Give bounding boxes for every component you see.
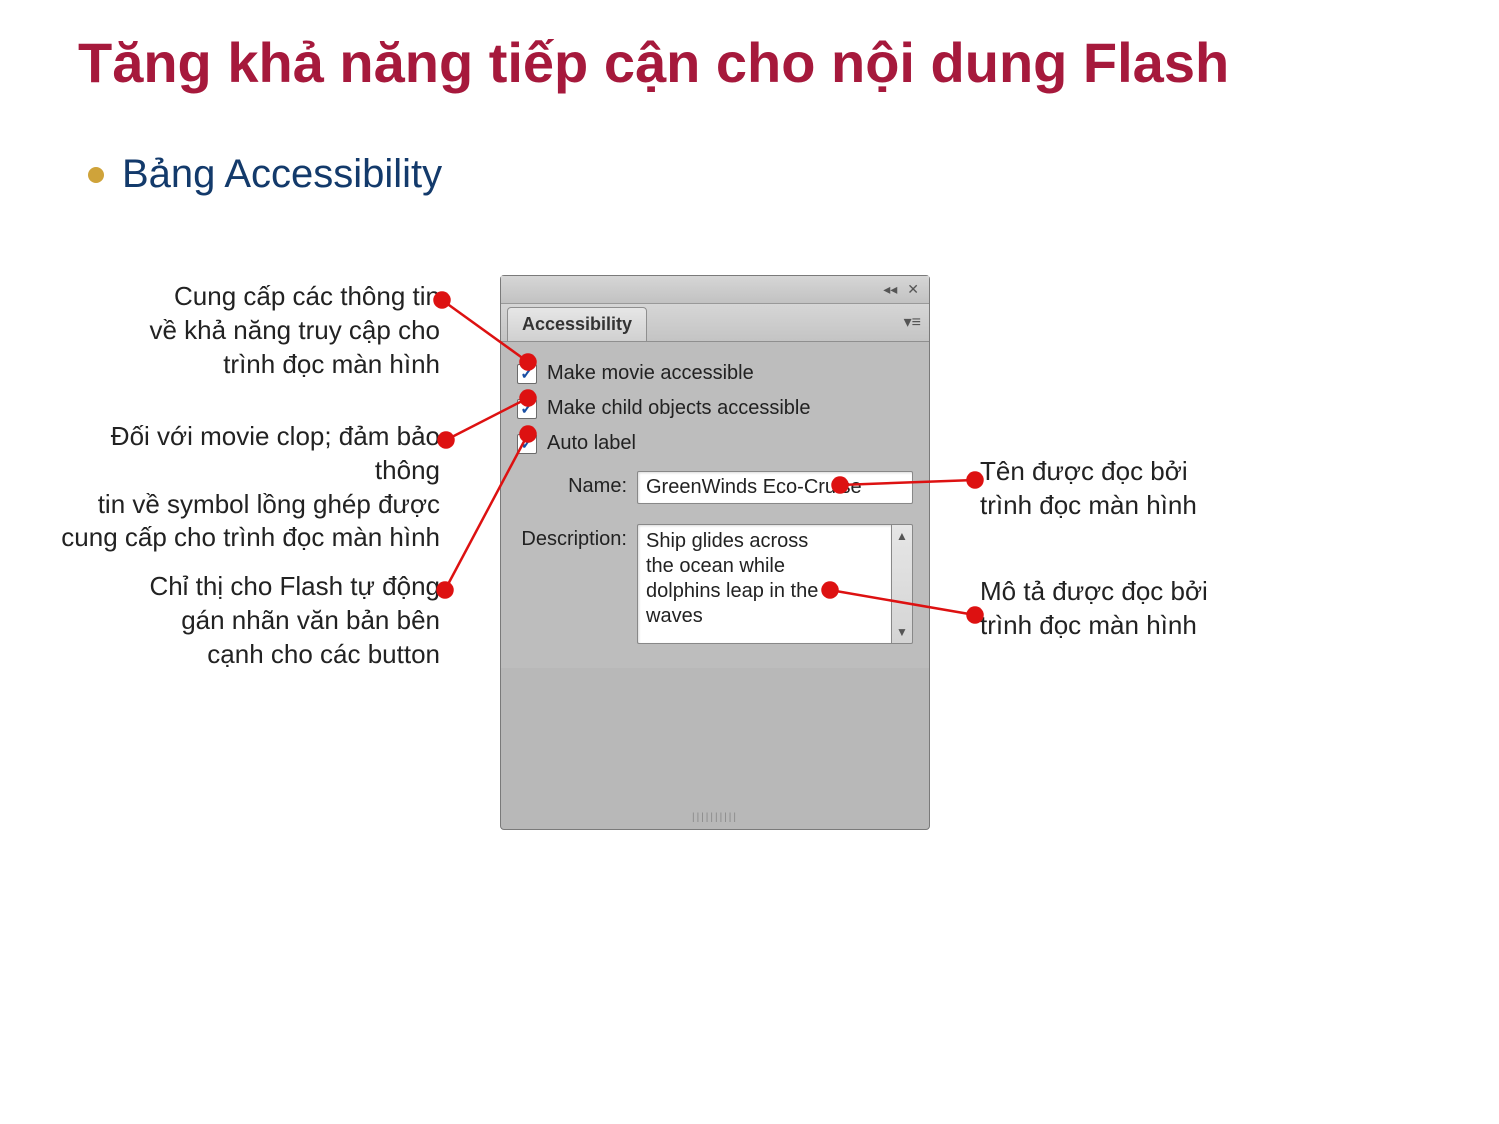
name-label: Name: [517, 471, 627, 498]
panel-menu-icon[interactable]: ▾≡ [904, 312, 921, 332]
callout-name-field: Tên được đọc bởi trình đọc màn hình [980, 455, 1280, 523]
accessibility-panel: ◂◂ ✕ Accessibility ▾≡ ✓ Make movie acces… [500, 275, 930, 830]
description-scrollbar[interactable]: ▲ ▼ [891, 524, 913, 644]
scroll-up-icon[interactable]: ▲ [896, 525, 908, 547]
panel-body: ✓ Make movie accessible ✓ Make child obj… [501, 342, 929, 668]
scroll-down-icon[interactable]: ▼ [896, 621, 908, 643]
description-label: Description: [517, 524, 627, 551]
checkbox-row-movie-accessible: ✓ Make movie accessible [517, 356, 913, 391]
checkbox-row-child-objects: ✓ Make child objects accessible [517, 391, 913, 426]
checkbox-child-objects[interactable]: ✓ [517, 399, 537, 419]
bullet-text: Bảng Accessibility [122, 152, 442, 197]
bullet-dot-icon [88, 167, 104, 183]
panel-toolbar: ◂◂ ✕ [501, 276, 929, 304]
checkbox-label: Make child objects accessible [547, 397, 810, 420]
name-row: Name: GreenWinds Eco-Cruise [517, 461, 913, 514]
page-title: Tăng khả năng tiếp cận cho nội dung Flas… [78, 30, 1459, 95]
callout-movie-accessible: Cung cấp các thông tin về khả năng truy … [100, 280, 440, 381]
description-field-wrap: Ship glides across the ocean while dolph… [637, 524, 913, 644]
checkbox-row-auto-label: ✓ Auto label [517, 426, 913, 461]
collapse-icon[interactable]: ◂◂ [883, 281, 897, 298]
callout-auto-label: Chỉ thị cho Flash tự động gán nhãn văn b… [100, 570, 440, 671]
description-row: Description: Ship glides across the ocea… [517, 514, 913, 654]
checkbox-label: Make movie accessible [547, 362, 754, 385]
close-icon[interactable]: ✕ [907, 281, 919, 298]
panel-resize-grip-icon[interactable]: |||||||||| [692, 812, 738, 823]
description-input[interactable]: Ship glides across the ocean while dolph… [637, 524, 891, 644]
callout-child-objects: Đối với movie clop; đảm bảo thông tin về… [60, 420, 440, 555]
name-input[interactable]: GreenWinds Eco-Cruise [637, 471, 913, 504]
callout-description-field: Mô tả được đọc bởi trình đọc màn hình [980, 575, 1280, 643]
panel-tabbar: Accessibility ▾≡ [501, 304, 929, 342]
bullet-item: Bảng Accessibility [88, 152, 442, 197]
checkbox-label: Auto label [547, 432, 636, 455]
checkbox-movie-accessible[interactable]: ✓ [517, 364, 537, 384]
checkbox-auto-label[interactable]: ✓ [517, 434, 537, 454]
tab-accessibility[interactable]: Accessibility [507, 307, 647, 341]
